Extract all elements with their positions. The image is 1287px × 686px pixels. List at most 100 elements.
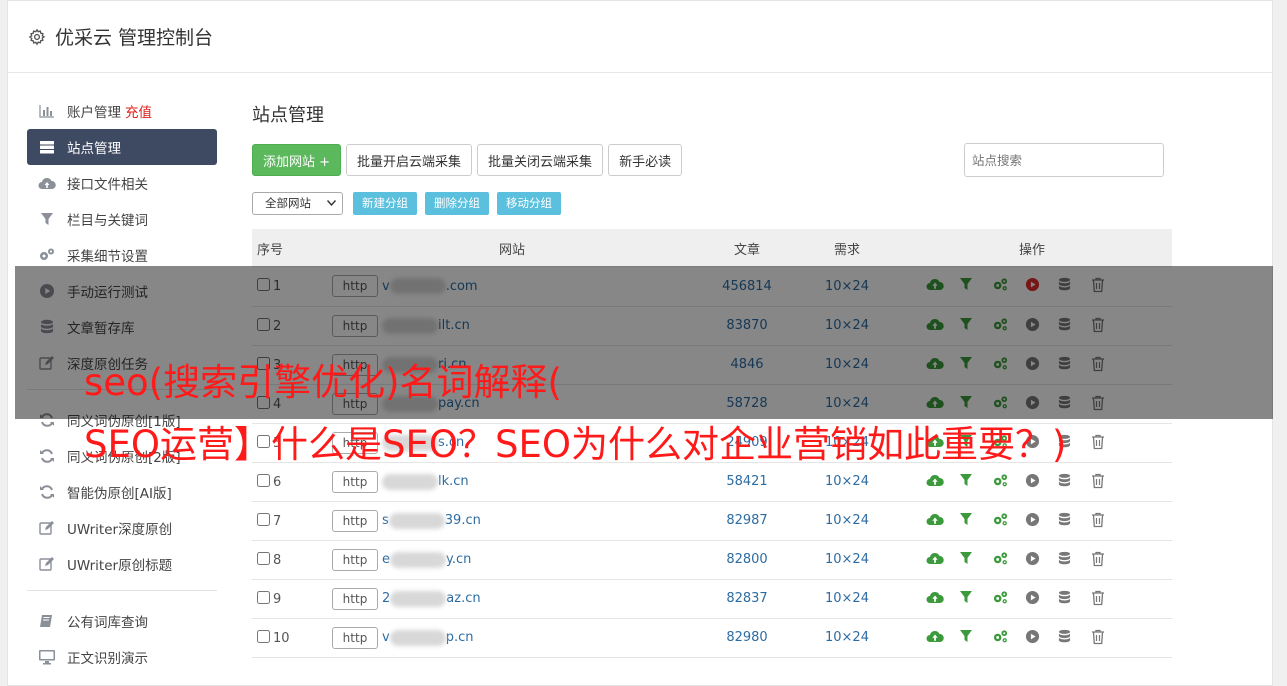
domain-suffix: az.cn <box>446 591 481 606</box>
filter-icon[interactable] <box>959 512 977 530</box>
gears-icon[interactable] <box>992 551 1010 569</box>
row-checkbox[interactable] <box>257 590 270 604</box>
sidebar-item-3[interactable]: 接口文件相关 <box>27 165 217 201</box>
play-circle-icon[interactable] <box>1025 512 1043 530</box>
sidebar-item-12[interactable]: UWriter深度原创 <box>27 510 217 546</box>
sidebar-item-label: 账户管理 <box>67 105 121 121</box>
trash-icon[interactable] <box>1091 629 1109 647</box>
article-count[interactable]: 82837 <box>692 579 802 618</box>
ops-cell <box>892 579 1172 618</box>
site-link[interactable]: 2 az.cn <box>382 590 481 607</box>
sidebar-item-2[interactable]: 站点管理 <box>27 129 217 165</box>
protocol-badge: http <box>332 587 378 610</box>
col-ops: 操作 <box>1018 242 1045 258</box>
site-link[interactable]: lk.cn <box>382 473 469 490</box>
bar-chart-icon <box>38 103 56 119</box>
row-number-cell: 7 <box>252 501 332 540</box>
cloud-upload-icon[interactable] <box>926 551 944 569</box>
site-link[interactable]: s 39.cn <box>382 512 481 529</box>
filter-icon[interactable] <box>959 629 977 647</box>
row-checkbox[interactable] <box>257 512 270 526</box>
add-site-button[interactable]: 添加网站 + <box>252 144 342 176</box>
row-checkbox[interactable] <box>257 551 270 565</box>
sidebar-item-13[interactable]: UWriter原创标题 <box>27 546 217 582</box>
article-count[interactable]: 82800 <box>692 540 802 579</box>
sidebar-item-label: 接口文件相关 <box>67 177 148 193</box>
table-row: 10 http v p.cn 82980 10×24 <box>252 618 1172 657</box>
domain-prefix: e <box>382 552 390 567</box>
site-link[interactable]: e y.cn <box>382 551 472 568</box>
move-group-button[interactable]: 移动分组 <box>497 191 561 215</box>
cloud-upload-icon <box>38 175 56 191</box>
edit-icon <box>38 520 56 536</box>
sidebar-item-15[interactable]: 正文识别演示 <box>27 639 217 675</box>
banner-text: seo(搜索引擎优化)名词解释( SEO运营】什么是SEO？SEO为什么对企业营… <box>84 352 1264 476</box>
database-icon[interactable] <box>1058 512 1076 530</box>
recharge-link[interactable]: 充值 <box>125 101 152 121</box>
sidebar-item-label: 采集细节设置 <box>67 249 148 265</box>
col-no: 序号 <box>257 242 284 258</box>
sidebar-item-label: 站点管理 <box>67 141 121 157</box>
row-number: 9 <box>273 591 282 607</box>
ops-cell <box>892 540 1172 579</box>
table-row: 7 http s 39.cn 82987 10×24 <box>252 501 1172 540</box>
refresh-icon <box>38 484 56 500</box>
need-value[interactable]: 10×24 <box>802 579 892 618</box>
play-circle-icon[interactable] <box>1025 629 1043 647</box>
database-icon[interactable] <box>1058 551 1076 569</box>
domain-suffix: 39.cn <box>444 513 481 528</box>
site-search-input[interactable] <box>964 143 1164 177</box>
protocol-badge: http <box>332 509 378 532</box>
redacted-text <box>388 512 445 529</box>
cloud-upload-icon[interactable] <box>926 629 944 647</box>
database-icon[interactable] <box>1058 629 1076 647</box>
delete-group-button[interactable]: 删除分组 <box>425 191 489 215</box>
database-icon[interactable] <box>1058 590 1076 608</box>
play-circle-icon[interactable] <box>1025 551 1043 569</box>
ops-cell <box>892 618 1172 657</box>
new-group-button[interactable]: 新建分组 <box>353 191 417 215</box>
domain-suffix: y.cn <box>446 552 472 567</box>
trash-icon[interactable] <box>1091 590 1109 608</box>
row-number-cell: 8 <box>252 540 332 579</box>
need-value[interactable]: 10×24 <box>802 540 892 579</box>
play-circle-icon[interactable] <box>1025 590 1043 608</box>
cloud-upload-icon[interactable] <box>926 512 944 530</box>
domain-suffix: lk.cn <box>438 474 469 489</box>
page-title: 站点管理 <box>252 105 324 126</box>
sidebar-item-label: 栏目与关键词 <box>67 213 148 229</box>
row-checkbox[interactable] <box>257 629 270 643</box>
sidebar-item-11[interactable]: 智能伪原创[AI版] <box>27 474 217 510</box>
need-value[interactable]: 10×24 <box>802 501 892 540</box>
gears-icon[interactable] <box>992 629 1010 647</box>
cloud-upload-icon[interactable] <box>926 590 944 608</box>
article-count[interactable]: 82980 <box>692 618 802 657</box>
guide-button[interactable]: 新手必读 <box>608 144 683 176</box>
filter-icon[interactable] <box>959 590 977 608</box>
gears-icon[interactable] <box>992 512 1010 530</box>
monitor-icon <box>38 649 56 665</box>
group-toolbar: 全部网站 新建分组 删除分组 移动分组 <box>252 191 1172 215</box>
site-cell: http s 39.cn <box>332 501 692 540</box>
header: 优采云 管理控制台 <box>8 1 1272 73</box>
domain-suffix: p.cn <box>445 630 474 645</box>
disable-cloud-button[interactable]: 批量关闭云端采集 <box>477 144 604 176</box>
group-select[interactable]: 全部网站 <box>252 191 343 215</box>
filter-icon[interactable] <box>959 551 977 569</box>
gears-icon[interactable] <box>992 590 1010 608</box>
sidebar-item-label: UWriter原创标题 <box>67 558 173 574</box>
need-value[interactable]: 10×24 <box>802 618 892 657</box>
enable-cloud-button[interactable]: 批量开启云端采集 <box>346 144 473 176</box>
sidebar-item-1[interactable]: 账户管理 充值 <box>27 93 217 129</box>
row-number-cell: 10 <box>252 618 332 657</box>
trash-icon[interactable] <box>1091 551 1109 569</box>
article-count[interactable]: 82987 <box>692 501 802 540</box>
book-icon <box>38 613 56 629</box>
sidebar-item-label: 智能伪原创[AI版] <box>67 486 172 502</box>
redacted-text <box>390 551 446 568</box>
app-title: 优采云 管理控制台 <box>55 27 214 49</box>
sidebar-item-14[interactable]: 公有词库查询 <box>27 603 217 639</box>
sidebar-item-4[interactable]: 栏目与关键词 <box>27 201 217 237</box>
trash-icon[interactable] <box>1091 512 1109 530</box>
site-link[interactable]: v p.cn <box>382 629 474 646</box>
